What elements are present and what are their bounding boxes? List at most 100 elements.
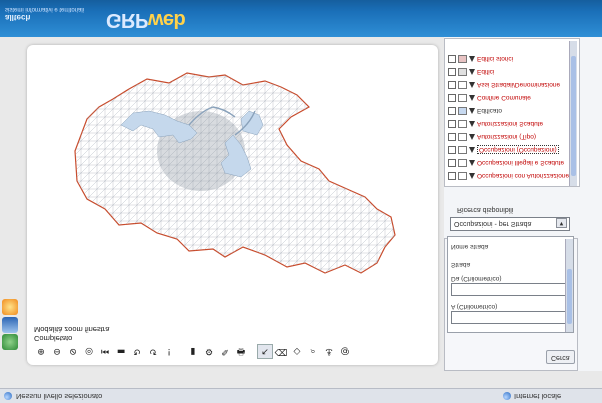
status-text: Nessun livello selezionato — [16, 392, 103, 401]
layer-name[interactable]: Edifici — [477, 69, 494, 76]
search-scroll-thumb[interactable] — [567, 269, 572, 324]
layer-visibility-checkbox[interactable] — [448, 94, 456, 102]
info-icon[interactable]: ! — [161, 344, 177, 359]
layer-row[interactable]: Autorizzazioni (Tipo) — [445, 131, 570, 143]
layer-row[interactable]: Occupazioni Illegali e Scadute — [445, 157, 570, 169]
layer-visibility-checkbox[interactable] — [448, 55, 456, 63]
layer-row[interactable]: Edificato — [445, 105, 570, 117]
brand-secondary: web — [147, 9, 186, 31]
refresh-alt-icon-glyph: ↺ — [149, 346, 157, 357]
layer-visibility-checkbox[interactable] — [448, 133, 456, 141]
map-canvas[interactable] — [29, 47, 434, 321]
layer-expand-icon[interactable] — [469, 173, 475, 179]
map-panel: ⊕ ⊖ ⊘ ◎ ⏮ ▬ ↻ ↺! ▮ ⚙ ✎ 🖶 ↖ ⌫ ◇ ⌕ ⚓ @ Completato Modalità … — [27, 45, 438, 365]
layers-icon[interactable]: ▮ — [185, 344, 201, 359]
layer-row[interactable]: Edifici — [445, 66, 570, 78]
refresh-icon-glyph: ↻ — [133, 346, 141, 357]
layer-name[interactable]: Autorizzazioni (Tipo) — [477, 134, 536, 141]
layer-expand-icon[interactable] — [469, 147, 475, 153]
layer-visibility-checkbox[interactable] — [448, 68, 456, 76]
field-strada-label: Strada — [451, 261, 471, 268]
zoom-in-icon[interactable]: ⊕ — [33, 344, 49, 359]
layer-expand-icon[interactable] — [469, 121, 475, 127]
search-type-value: Occupazioni - per Strada — [454, 220, 532, 227]
rewind-icon-glyph: ⏮ — [100, 346, 110, 357]
print-icon-glyph: 🖶 — [236, 346, 246, 357]
full-extent-icon[interactable]: ◎ — [81, 344, 97, 359]
layer-visibility-checkbox[interactable] — [448, 159, 456, 167]
layer-visibility-checkbox[interactable] — [448, 146, 456, 154]
pointer-icon-glyph: ↖ — [261, 346, 269, 357]
search-scrollbar[interactable] — [565, 239, 573, 332]
hook-icon-glyph: ⚓ — [324, 346, 334, 357]
layer-row[interactable]: Occupazioni con Autorizzazione — [445, 170, 570, 182]
field-nome-label: Nome strada — [451, 243, 489, 250]
company-name: alltech — [5, 13, 31, 22]
layer-row[interactable]: Assi Stradali/Denominazione — [445, 79, 570, 91]
layer-name[interactable]: Occupazioni Illegali e Scadute — [477, 160, 564, 167]
layer-swatch — [458, 81, 467, 89]
field-km-a[interactable] — [451, 311, 566, 324]
zoom-in-icon-glyph: ⊕ — [37, 346, 45, 357]
layer-name[interactable]: Edifici storici — [477, 56, 513, 63]
layer-name[interactable]: Assi Stradali/Denominazione — [477, 82, 560, 89]
info-icon-glyph: ! — [167, 346, 171, 357]
layer-expand-icon[interactable] — [469, 108, 475, 114]
search-form: A (Chilometrico) Da (Chilometrico) Strad… — [447, 236, 574, 333]
zoom-out-icon[interactable]: ⊖ — [49, 344, 65, 359]
tab-cerca[interactable]: Cerca — [546, 350, 575, 364]
globe-icon[interactable] — [2, 299, 18, 315]
layers-scrollbar[interactable] — [569, 41, 577, 186]
layer-expand-icon[interactable] — [469, 134, 475, 140]
layer-swatch — [458, 133, 467, 141]
layer-visibility-checkbox[interactable] — [448, 107, 456, 115]
identify-icon-glyph: ⚙ — [204, 346, 214, 357]
internet-zone-icon — [503, 392, 511, 401]
layer-row[interactable]: Occupazioni (Occupazioni) — [445, 144, 570, 156]
layer-row[interactable]: Autorizzazioni Scadute — [445, 118, 570, 130]
brand-banner: GRPweb alltech sistemi informativi e ter… — [0, 0, 602, 37]
layer-name[interactable]: Occupazioni con Autorizzazione — [477, 173, 569, 180]
search-icon[interactable]: ⌕ — [305, 344, 321, 359]
search-type-select[interactable]: Occupazioni - per Strada ▼ — [450, 217, 570, 231]
zoom-previous-icon[interactable]: ⊘ — [65, 344, 81, 359]
hook-icon[interactable]: ⚓ — [321, 344, 337, 359]
book-icon[interactable] — [2, 317, 18, 333]
layer-visibility-checkbox[interactable] — [448, 81, 456, 89]
layer-name[interactable]: Confine Comunale — [477, 95, 531, 102]
status-bar: Nessun livello selezionato Internet loca… — [0, 388, 602, 403]
identify-icon[interactable]: ⚙ — [201, 344, 217, 359]
layer-name[interactable]: Autorizzazioni Scadute — [477, 121, 543, 128]
refresh-alt-icon[interactable]: ↺ — [145, 344, 161, 359]
layer-expand-icon[interactable] — [469, 69, 475, 75]
layer-swatch — [458, 68, 467, 76]
layer-visibility-checkbox[interactable] — [448, 172, 456, 180]
arrows-icon[interactable] — [2, 334, 18, 350]
map-info-line-2: Completato — [34, 334, 73, 343]
chevron-down-icon[interactable]: ▼ — [556, 218, 567, 228]
layer-expand-icon[interactable] — [469, 95, 475, 101]
rewind-icon[interactable]: ⏮ — [97, 344, 113, 359]
layer-row[interactable]: Confine Comunale — [445, 92, 570, 104]
layer-name[interactable]: Edificato — [477, 108, 502, 115]
field-km-da[interactable] — [451, 283, 566, 296]
refresh-icon[interactable]: ↻ — [129, 344, 145, 359]
layer-expand-icon[interactable] — [469, 82, 475, 88]
eraser-icon-glyph: ⌫ — [274, 346, 288, 357]
pencil-icon[interactable]: ✎ — [217, 344, 233, 359]
layers-scroll-thumb[interactable] — [571, 56, 576, 176]
field-km-a-label: A (Chilometrico) — [451, 303, 498, 310]
print-icon[interactable]: 🖶 — [233, 344, 249, 359]
layer-visibility-checkbox[interactable] — [448, 120, 456, 128]
at-icon[interactable]: @ — [337, 344, 353, 359]
layer-expand-icon[interactable] — [469, 56, 475, 62]
layers-panel: Occupazioni con Autorizzazione Occupazion… — [444, 38, 580, 187]
ruler-icon[interactable]: ▬ — [113, 344, 129, 359]
layer-expand-icon[interactable] — [469, 160, 475, 166]
code-icon[interactable]: ◇ — [289, 344, 305, 359]
layer-row[interactable]: Edifici storici — [445, 53, 570, 65]
layer-name[interactable]: Occupazioni (Occupazioni) — [477, 145, 559, 155]
pointer-icon[interactable]: ↖ — [257, 344, 273, 359]
search-type-label: Ricerca disponibili — [457, 206, 514, 213]
eraser-icon[interactable]: ⌫ — [273, 344, 289, 359]
